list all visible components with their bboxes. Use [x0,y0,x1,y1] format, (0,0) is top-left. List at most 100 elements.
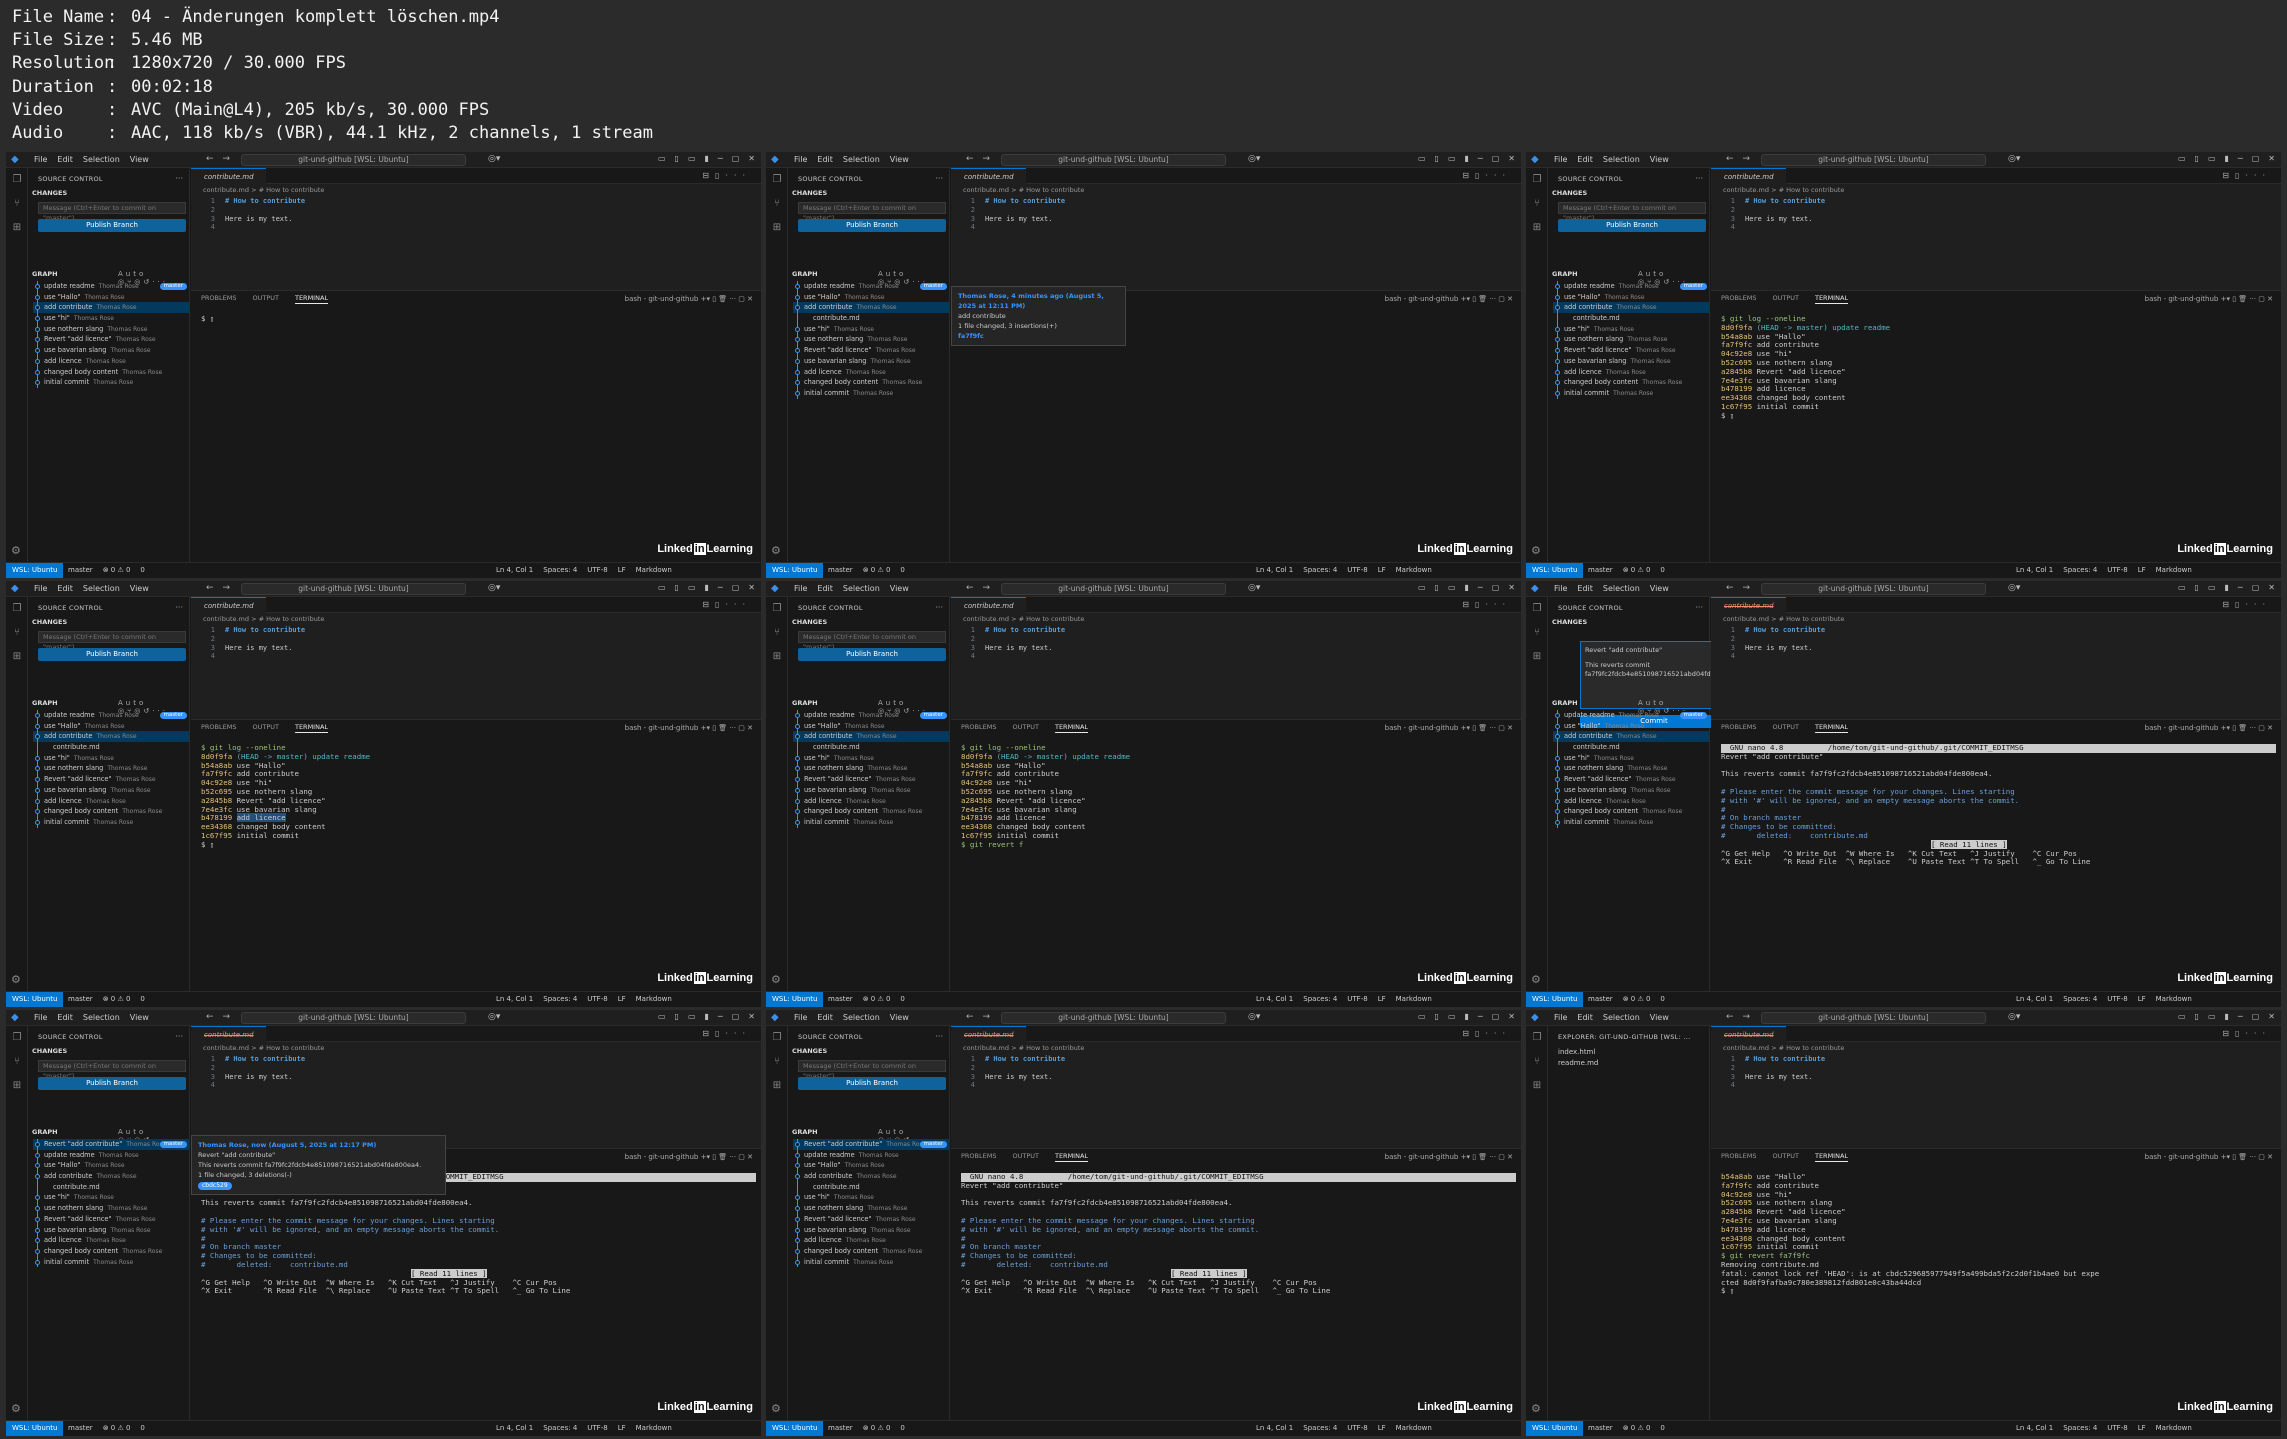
menu-item-view[interactable]: View [890,1013,909,1023]
menu-item-edit[interactable]: Edit [57,1013,73,1023]
explorer-icon[interactable]: ❐ [1531,603,1543,615]
minimize-icon[interactable]: ─ [1478,154,1483,164]
commit-message-input[interactable]: Message (Ctrl+Enter to commit on "master… [38,1060,186,1080]
extensions-icon[interactable]: ⊞ [11,651,23,663]
menu-item-edit[interactable]: Edit [57,155,73,165]
commit-item[interactable]: add contribute Thomas Rose [1553,731,1709,743]
menu-item-selection[interactable]: Selection [1603,1013,1640,1023]
command-center-search[interactable]: git-und-github [WSL: Ubuntu] [1001,583,1226,595]
menu-item-file[interactable]: File [1554,155,1567,165]
publish-branch-button[interactable]: Publish Branch [1558,219,1706,232]
commit-item[interactable]: use "hi" Thomas Rose [1553,752,1709,764]
tab-contribute[interactable]: contribute.md [951,597,1026,613]
status-spaces[interactable]: Spaces: 4 [1303,566,1337,574]
nav-arrows-icon[interactable]: ←→ [206,583,239,594]
commit-item[interactable]: Revert "add licence" Thomas Rose [793,1213,949,1225]
minimize-icon[interactable]: ─ [1478,583,1483,593]
ports-indicator[interactable]: 0 [900,995,904,1003]
menu-item-selection[interactable]: Selection [843,584,880,594]
commit-item[interactable]: update readme Thomas Rose master [793,710,949,721]
commit-item[interactable]: changed body content Thomas Rose [33,806,189,817]
close-icon[interactable]: ✕ [2268,154,2275,164]
copilot-icon[interactable]: ◎▾ [1248,583,1260,594]
status-lang[interactable]: Markdown [2156,995,2192,1003]
terminal-shell-name[interactable]: bash - git-und-github [2145,724,2219,732]
tab-output[interactable]: OUTPUT [1012,1152,1039,1162]
graph-header[interactable]: GRAPH [1552,699,1578,708]
graph-auto-label[interactable]: Auto [1638,699,1666,707]
more-actions-icon[interactable]: ··· [1695,603,1703,613]
commit-file-item[interactable]: contribute.md [793,742,949,753]
commit-item[interactable]: changed body content Thomas Rose [793,806,949,817]
panel-toggle-icon[interactable]: ▭ [1448,154,1456,164]
remote-indicator[interactable]: WSL: Ubuntu [6,563,64,578]
extensions-icon[interactable]: ⊞ [771,651,783,663]
minimize-icon[interactable]: ─ [1478,1012,1483,1022]
terminal-tools-icon[interactable]: +▾ ▯ 🗑 ··· ▢ ✕ [1458,1153,1513,1161]
explorer-icon[interactable]: ❐ [771,1032,783,1044]
tab-output[interactable]: OUTPUT [252,723,279,733]
secondary-toggle-icon[interactable]: ▮ [705,154,709,164]
tab-contribute[interactable]: contribute.md [1711,1026,1786,1042]
commit-item[interactable]: add contribute Thomas Rose [793,731,949,743]
editor-actions-icon[interactable]: ⊟▯··· [1462,1029,1511,1039]
commit-message-input[interactable]: Message (Ctrl+Enter to commit on "master… [38,202,186,222]
layout-toggle-icon[interactable]: ▭ [1418,154,1426,164]
graph-auto-label[interactable]: Auto [1638,270,1666,278]
sidebar-toggle-icon[interactable]: ▯ [675,583,679,593]
tab-contribute[interactable]: contribute.md [191,1026,266,1042]
maximize-icon[interactable]: ▢ [1492,1012,1500,1022]
editor-actions-icon[interactable]: ⊟▯··· [2222,600,2271,610]
status-lang[interactable]: Markdown [1396,995,1432,1003]
status-position[interactable]: Ln 4, Col 1 [1256,995,1293,1003]
tab-problems[interactable]: PROBLEMS [1721,294,1756,304]
explorer-file[interactable]: readme.md [1558,1059,1598,1067]
changes-header[interactable]: CHANGES [792,618,827,627]
command-center-search[interactable]: git-und-github [WSL: Ubuntu] [1761,154,1986,166]
menu-item-file[interactable]: File [1554,584,1567,594]
extensions-icon[interactable]: ⊞ [11,222,23,234]
close-icon[interactable]: ✕ [1508,1012,1515,1022]
commit-item[interactable]: use nothern slang Thomas Rose [793,334,949,346]
status-position[interactable]: Ln 4, Col 1 [496,566,533,574]
source-control-icon[interactable]: ⑂ [1531,627,1543,639]
nav-arrows-icon[interactable]: ←→ [966,583,999,594]
commit-item[interactable]: use nothern slang Thomas Rose [33,763,189,775]
publish-branch-button[interactable]: Publish Branch [38,1077,186,1090]
menu-item-view[interactable]: View [1650,584,1669,594]
status-spaces[interactable]: Spaces: 4 [543,566,577,574]
sidebar-toggle-icon[interactable]: ▯ [675,1012,679,1022]
status-position[interactable]: Ln 4, Col 1 [496,1424,533,1432]
menu-item-edit[interactable]: Edit [817,155,833,165]
tab-output[interactable]: OUTPUT [1772,1152,1799,1162]
layout-toggle-icon[interactable]: ▭ [658,1012,666,1022]
remote-indicator[interactable]: WSL: Ubuntu [6,992,64,1007]
menu-item-view[interactable]: View [1650,155,1669,165]
secondary-toggle-icon[interactable]: ▮ [2225,583,2229,593]
terminal-shell-name[interactable]: bash - git-und-github [625,1153,699,1161]
status-lang[interactable]: Markdown [2156,1424,2192,1432]
changes-header[interactable]: CHANGES [1552,189,1587,198]
commit-item[interactable]: update readme Thomas Rose master [1553,281,1709,292]
status-lang[interactable]: Markdown [636,566,672,574]
status-lang[interactable]: Markdown [2156,566,2192,574]
ports-indicator[interactable]: 0 [1660,566,1664,574]
tab-contribute[interactable]: contribute.md [1711,597,1786,613]
menu-item-selection[interactable]: Selection [1603,155,1640,165]
ports-indicator[interactable]: 0 [900,1424,904,1432]
graph-auto-label[interactable]: Auto [118,270,146,278]
layout-toggle-icon[interactable]: ▭ [658,583,666,593]
copilot-icon[interactable]: ◎▾ [1248,154,1260,165]
commit-item[interactable]: use "Hallo" Thomas Rose [33,1160,189,1172]
sidebar-toggle-icon[interactable]: ▯ [1435,1012,1439,1022]
commit-item[interactable]: use "Hallo" Thomas Rose [33,291,189,303]
status-encoding[interactable]: UTF-8 [587,566,607,574]
menu-item-file[interactable]: File [1554,1013,1567,1023]
secondary-toggle-icon[interactable]: ▮ [705,1012,709,1022]
source-control-icon[interactable]: ⑂ [771,198,783,210]
status-encoding[interactable]: UTF-8 [587,1424,607,1432]
commit-item[interactable]: add licence Thomas Rose [1553,795,1709,807]
status-spaces[interactable]: Spaces: 4 [1303,995,1337,1003]
layout-toggle-icon[interactable]: ▭ [658,154,666,164]
tab-contribute[interactable]: contribute.md [191,597,266,613]
